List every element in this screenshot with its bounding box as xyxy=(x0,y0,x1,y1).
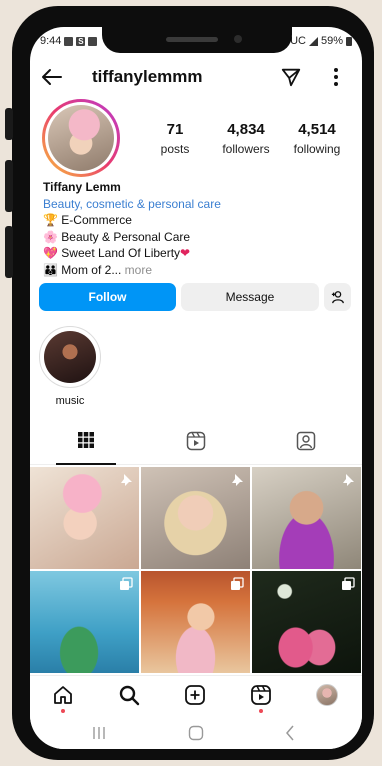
recent-apps-icon[interactable] xyxy=(92,726,106,745)
search-icon[interactable] xyxy=(118,684,140,711)
bio-more-link[interactable]: more xyxy=(125,263,152,277)
bio-line: Beauty & Personal Care xyxy=(61,229,191,244)
highlight-label: music xyxy=(55,395,85,407)
paper-plane-icon[interactable] xyxy=(280,66,302,93)
bio-line: Mom of 2... xyxy=(61,262,122,277)
profile-stats: 71 posts 4,834 followers 4,514 following xyxy=(140,121,352,156)
follow-button[interactable]: Follow xyxy=(39,283,176,311)
person-add-icon[interactable] xyxy=(324,283,351,311)
battery-icon xyxy=(346,36,352,46)
new-post-icon[interactable] xyxy=(184,684,206,711)
gallery-icon xyxy=(64,36,74,46)
post-grid xyxy=(30,467,362,675)
post-thumbnail[interactable] xyxy=(30,467,139,569)
heart-icon: ❤ xyxy=(180,246,191,260)
trophy-icon: 🏆 xyxy=(43,213,58,227)
camera-notch xyxy=(102,27,292,53)
pin-icon xyxy=(121,474,132,486)
display-name: Tiffany Lemm xyxy=(43,180,121,194)
tagged-icon xyxy=(296,431,316,451)
battery-label: 59% xyxy=(320,35,343,47)
profile-avatar[interactable] xyxy=(42,99,120,177)
flower-icon: 🌸 xyxy=(43,229,58,244)
category-label[interactable]: Beauty, cosmetic & personal care xyxy=(43,196,352,213)
followers-label: followers xyxy=(222,142,270,156)
system-navigation xyxy=(30,715,362,749)
message-icon xyxy=(88,36,98,46)
volume-button xyxy=(5,226,13,278)
profile-avatar-icon[interactable] xyxy=(316,684,338,706)
post-thumbnail[interactable] xyxy=(252,467,361,569)
profile-header: tiffanylemmm xyxy=(30,63,362,91)
stat-following[interactable]: 4,514 following xyxy=(282,121,352,156)
home-button-icon[interactable] xyxy=(188,725,204,746)
carousel-icon xyxy=(231,577,244,590)
bio-line: Sweet Land Of Liberty xyxy=(61,246,181,260)
tab-grid[interactable] xyxy=(56,431,116,465)
home-icon[interactable] xyxy=(52,684,74,711)
profile-actions: Follow Message xyxy=(39,283,352,311)
signal-icon xyxy=(308,36,318,46)
posts-count: 71 xyxy=(166,121,184,138)
bio-line: E-Commerce xyxy=(61,213,132,227)
following-label: following xyxy=(293,142,341,156)
following-count: 4,514 xyxy=(298,121,336,138)
message-button[interactable]: Message xyxy=(181,283,319,311)
bottom-navigation xyxy=(30,675,362,715)
profile-username: tiffanylemmm xyxy=(92,67,203,86)
kebab-icon[interactable] xyxy=(326,66,346,93)
tab-tagged[interactable] xyxy=(276,431,336,465)
pin-icon xyxy=(343,474,354,486)
pin-icon xyxy=(232,474,243,486)
back-nav-icon[interactable] xyxy=(284,725,296,746)
volume-button xyxy=(5,160,13,212)
status-time: 9:44 xyxy=(40,35,62,47)
followers-count: 4,834 xyxy=(227,121,265,138)
sparkle-heart-icon: 💖 xyxy=(43,246,58,260)
post-thumbnail[interactable] xyxy=(30,571,139,673)
stat-posts[interactable]: 71 posts xyxy=(140,121,210,156)
profile-bio: Tiffany Lemm Beauty, cosmetic & personal… xyxy=(43,179,352,278)
notification-dot xyxy=(61,709,65,713)
post-thumbnail[interactable] xyxy=(252,571,361,673)
reels-icon xyxy=(186,431,206,451)
s-icon: S xyxy=(76,36,86,46)
highlight-music[interactable]: music xyxy=(39,326,101,407)
post-thumbnail[interactable] xyxy=(141,571,250,673)
reels-icon[interactable] xyxy=(250,684,272,711)
arrow-left-icon[interactable] xyxy=(40,65,64,94)
avatar-image xyxy=(48,105,114,171)
stat-followers[interactable]: 4,834 followers xyxy=(211,121,281,156)
network-label: UC xyxy=(290,35,306,47)
side-button xyxy=(5,108,13,140)
tab-reels[interactable] xyxy=(166,431,226,465)
post-thumbnail[interactable] xyxy=(141,467,250,569)
carousel-icon xyxy=(342,577,355,590)
highlight-image xyxy=(44,331,96,383)
grid-icon xyxy=(78,432,94,448)
profile-tabs xyxy=(30,425,362,465)
posts-label: posts xyxy=(160,142,190,156)
family-icon: 👪 xyxy=(43,262,58,277)
carousel-icon xyxy=(120,577,133,590)
notification-dot xyxy=(259,709,263,713)
